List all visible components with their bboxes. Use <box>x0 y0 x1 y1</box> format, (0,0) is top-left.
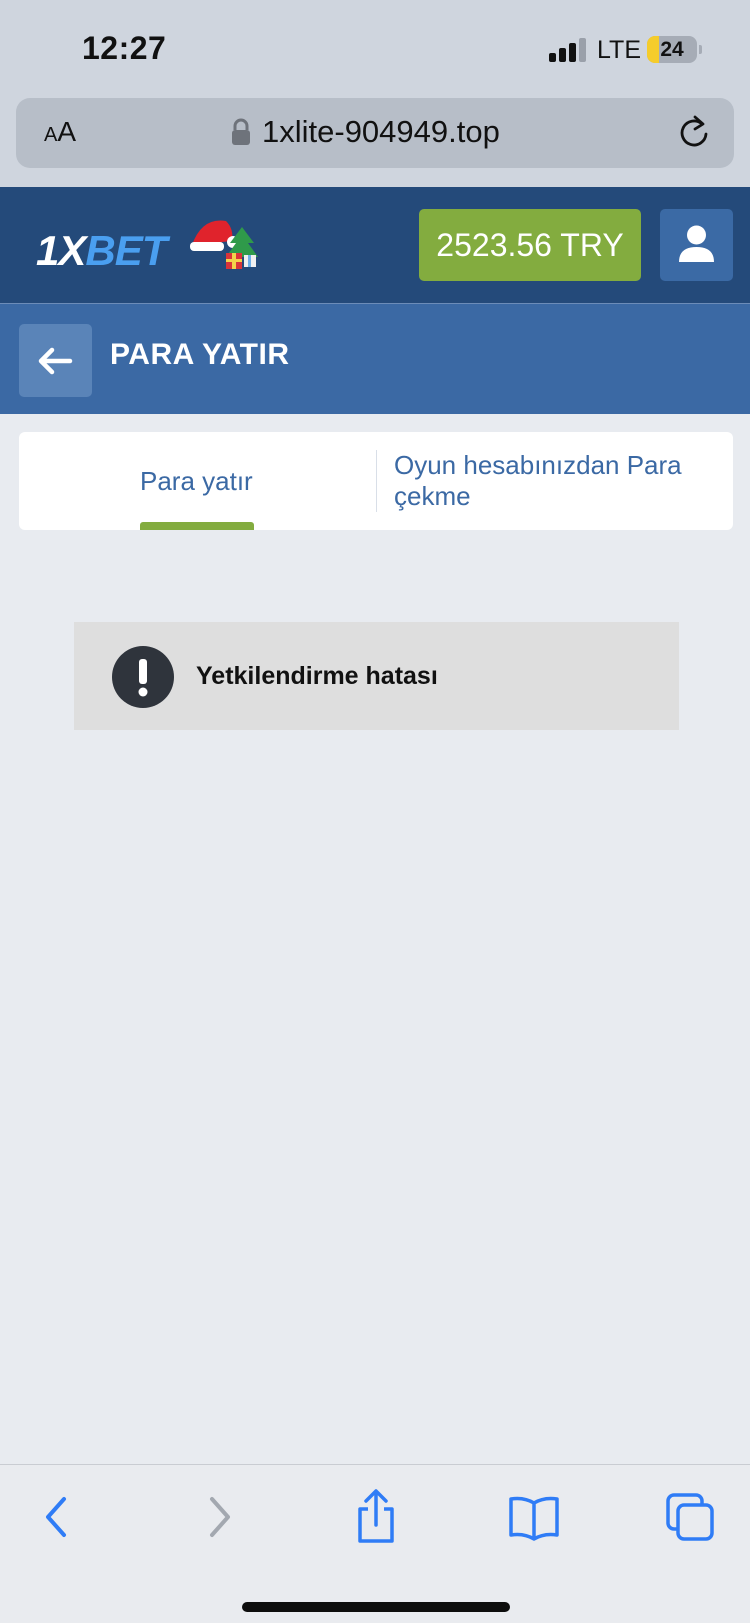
text-size-button[interactable]: AA <box>44 116 76 148</box>
browser-back-button[interactable] <box>30 1489 86 1545</box>
address-bar[interactable]: AA 1xlite-904949.top <box>16 98 734 168</box>
share-icon <box>358 1489 394 1543</box>
browser-forward-button[interactable] <box>190 1489 246 1545</box>
page-title-bar: PARA YATIR <box>0 304 750 414</box>
arrow-left-icon <box>38 347 73 375</box>
logo-wordmark: 1XBET <box>36 227 167 274</box>
share-button[interactable] <box>348 1489 404 1545</box>
battery-level: 24 <box>660 38 684 61</box>
reload-icon[interactable] <box>676 114 712 152</box>
network-type: LTE <box>597 36 641 64</box>
brand-logo[interactable]: 1XBET <box>36 220 266 277</box>
tab-withdraw-label: Oyun hesabınızdan Para çekme <box>394 450 682 511</box>
bookmarks-icon <box>509 1496 559 1541</box>
site-header: 1XBET 2523.56 TRY <box>0 187 750 304</box>
profile-button[interactable] <box>660 209 733 281</box>
bookmarks-button[interactable] <box>506 1489 562 1545</box>
tabs-icon <box>666 1493 714 1541</box>
lock-icon <box>232 118 250 145</box>
url-text[interactable]: 1xlite-904949.top <box>262 114 500 150</box>
battery-tip <box>699 45 702 54</box>
payment-tabs: Para yatır Oyun hesabınızdan Para çekme <box>19 432 733 530</box>
christmas-gift-icon <box>226 227 258 269</box>
chevron-right-icon <box>210 1497 230 1537</box>
tab-divider <box>376 450 377 512</box>
cellular-signal-icon <box>549 38 587 62</box>
tab-deposit[interactable]: Para yatır <box>19 432 377 530</box>
tabs-button[interactable] <box>664 1489 720 1545</box>
error-message-text: Yetkilendirme hatası <box>196 662 438 690</box>
status-time: 12:27 <box>82 30 167 66</box>
tab-deposit-label: Para yatır <box>140 466 253 496</box>
tab-withdraw[interactable]: Oyun hesabınızdan Para çekme <box>394 432 724 530</box>
browser-bottom-toolbar <box>0 1464 750 1623</box>
back-button[interactable] <box>19 324 92 397</box>
page-title: PARA YATIR <box>110 338 290 371</box>
chevron-left-icon <box>46 1497 66 1537</box>
exclamation-icon <box>112 646 174 708</box>
user-icon <box>679 225 714 262</box>
active-tab-indicator <box>140 522 254 530</box>
battery-icon: 24 <box>647 36 697 63</box>
balance-button[interactable]: 2523.56 TRY <box>419 209 641 281</box>
browser-top-chrome: 12:27 LTE 24 AA 1xlite-904949.top <box>0 0 750 187</box>
home-indicator <box>242 1602 510 1612</box>
error-message-box: Yetkilendirme hatası <box>74 622 679 730</box>
